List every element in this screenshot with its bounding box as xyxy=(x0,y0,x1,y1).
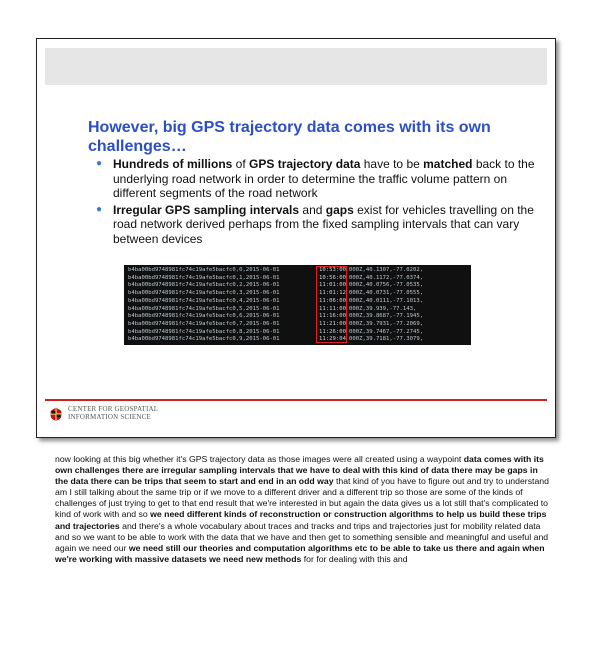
row-time: 10:53:00 xyxy=(319,267,346,273)
row-time: 11:26:00 xyxy=(319,328,346,335)
gps-data-table: b4ba00bd9748981fc74c19afe5bacfc0,0,2015-… xyxy=(124,265,471,345)
transcript-bold: we need still our theories and computati… xyxy=(55,542,545,564)
footer-line-2: INFORMATION SCIENCE xyxy=(68,412,151,421)
row-time: 10:56:00 xyxy=(319,274,346,281)
slide-title: However, big GPS trajectory data comes w… xyxy=(88,119,491,155)
row-id-date: b4ba00bd9748981fc74c19afe5bacfc0,2,2015-… xyxy=(128,282,280,289)
footer-org-name: CENTER FOR GEOSPATIAL INFORMATION SCIENC… xyxy=(68,405,158,421)
row-coords: 000Z,40.1307,-77.0202, xyxy=(349,267,424,273)
table-row: b4ba00bd9748981fc74c19afe5bacfc0,9,2015-… xyxy=(128,336,469,344)
row-id-date: b4ba00bd9748981fc74c19afe5bacfc0,1,2015-… xyxy=(128,274,280,281)
row-coords: 000Z,39.7181,-77.3079, xyxy=(349,336,424,343)
row-time: 11:11:00 xyxy=(319,305,346,312)
row-coords: 000Z,39.7931,-77.2069, xyxy=(349,320,424,327)
row-coords: 000Z,39.939,-77.143, xyxy=(349,305,417,312)
footer-rule xyxy=(45,399,547,401)
row-id-date: b4ba00bd9748981fc74c19afe5bacfc0,7,2015-… xyxy=(128,320,280,327)
row-time: 11:16:00 xyxy=(319,313,346,320)
row-time: 11:01:12 xyxy=(319,290,346,297)
bullet-item: ● Hundreds of millions of GPS trajectory… xyxy=(95,157,545,201)
table-row: b4ba00bd9748981fc74c19afe5bacfc0,3,2015-… xyxy=(128,290,469,298)
bullet-plain-text: of xyxy=(232,157,250,171)
row-id-date: b4ba00bd9748981fc74c19afe5bacfc0,9,2015-… xyxy=(128,336,280,343)
bullet-text: Hundreds of millions of GPS trajectory d… xyxy=(113,157,535,200)
transcript-plain: now looking at this big whether it's GPS… xyxy=(55,454,464,464)
table-row: b4ba00bd9748981fc74c19afe5bacfc0,0,2015-… xyxy=(128,267,469,275)
row-id-date: b4ba00bd9748981fc74c19afe5bacfc0,0,2015-… xyxy=(128,267,280,273)
bullet-bold-text: gaps xyxy=(325,202,354,217)
row-time: 11:21:00 xyxy=(319,320,346,327)
row-id-date: b4ba00bd9748981fc74c19afe5bacfc0,6,2015-… xyxy=(128,313,280,320)
row-id-date: b4ba00bd9748981fc74c19afe5bacfc0,4,2015-… xyxy=(128,297,280,304)
bullet-plain-text: and xyxy=(299,202,326,217)
row-time: 11:29:04 xyxy=(319,336,346,343)
bullet-list: ● Hundreds of millions of GPS trajectory… xyxy=(95,157,545,248)
bullet-item: ● Irregular GPS sampling intervals and g… xyxy=(95,203,545,247)
bullet-dot-icon: ● xyxy=(96,203,103,215)
row-time: 11:06:00 xyxy=(319,297,346,304)
row-coords: 000Z,40.0731,-77.0555, xyxy=(349,290,424,297)
transcript-text: now looking at this big whether it's GPS… xyxy=(55,454,549,565)
row-coords: 000Z,40.0111,-77.1013, xyxy=(349,297,424,304)
table-row: b4ba00bd9748981fc74c19afe5bacfc0,2,2015-… xyxy=(128,282,469,290)
table-row: b4ba00bd9748981fc74c19afe5bacfc0,1,2015-… xyxy=(128,275,469,283)
row-time: 11:01:00 xyxy=(319,282,346,289)
row-id-date: b4ba00bd9748981fc74c19afe5bacfc0,5,2015-… xyxy=(128,305,280,312)
row-id-date: b4ba00bd9748981fc74c19afe5bacfc0,3,2015-… xyxy=(128,290,280,297)
table-row: b4ba00bd9748981fc74c19afe5bacfc0,7,2015-… xyxy=(128,321,469,329)
bullet-bold-text: GPS trajectory data xyxy=(249,157,361,171)
row-coords: 000Z,39.8687,-77.1945, xyxy=(349,313,424,320)
slide: However, big GPS trajectory data comes w… xyxy=(36,38,556,438)
bullet-dot-icon: ● xyxy=(96,158,103,169)
row-coords: 000Z,40.1172,-77.0374, xyxy=(349,274,424,281)
bullet-plain-text: have to be xyxy=(360,157,424,171)
row-coords: 000Z,39.7467,-77.2745, xyxy=(349,328,424,335)
table-row: b4ba00bd9748981fc74c19afe5bacfc0,5,2015-… xyxy=(128,306,469,314)
table-row: b4ba00bd9748981fc74c19afe5bacfc0,4,2015-… xyxy=(128,298,469,306)
table-row: b4ba00bd9748981fc74c19afe5bacfc0,8,2015-… xyxy=(128,329,469,337)
university-seal-icon xyxy=(50,407,62,421)
transcript-plain: for for dealing with this and xyxy=(301,553,408,564)
row-coords: 000Z,40.0756,-77.0535, xyxy=(349,282,424,289)
bullet-bold-text: Irregular GPS sampling intervals xyxy=(113,202,300,217)
bullet-bold-text: Hundreds of millions xyxy=(113,157,233,171)
row-id-date: b4ba00bd9748981fc74c19afe5bacfc0,8,2015-… xyxy=(128,328,280,335)
bullet-bold-text: matched xyxy=(423,157,473,171)
table-row: b4ba00bd9748981fc74c19afe5bacfc0,6,2015-… xyxy=(128,313,469,321)
slide-header-bar xyxy=(45,48,547,85)
bullet-text: Irregular GPS sampling intervals and gap… xyxy=(113,203,534,246)
